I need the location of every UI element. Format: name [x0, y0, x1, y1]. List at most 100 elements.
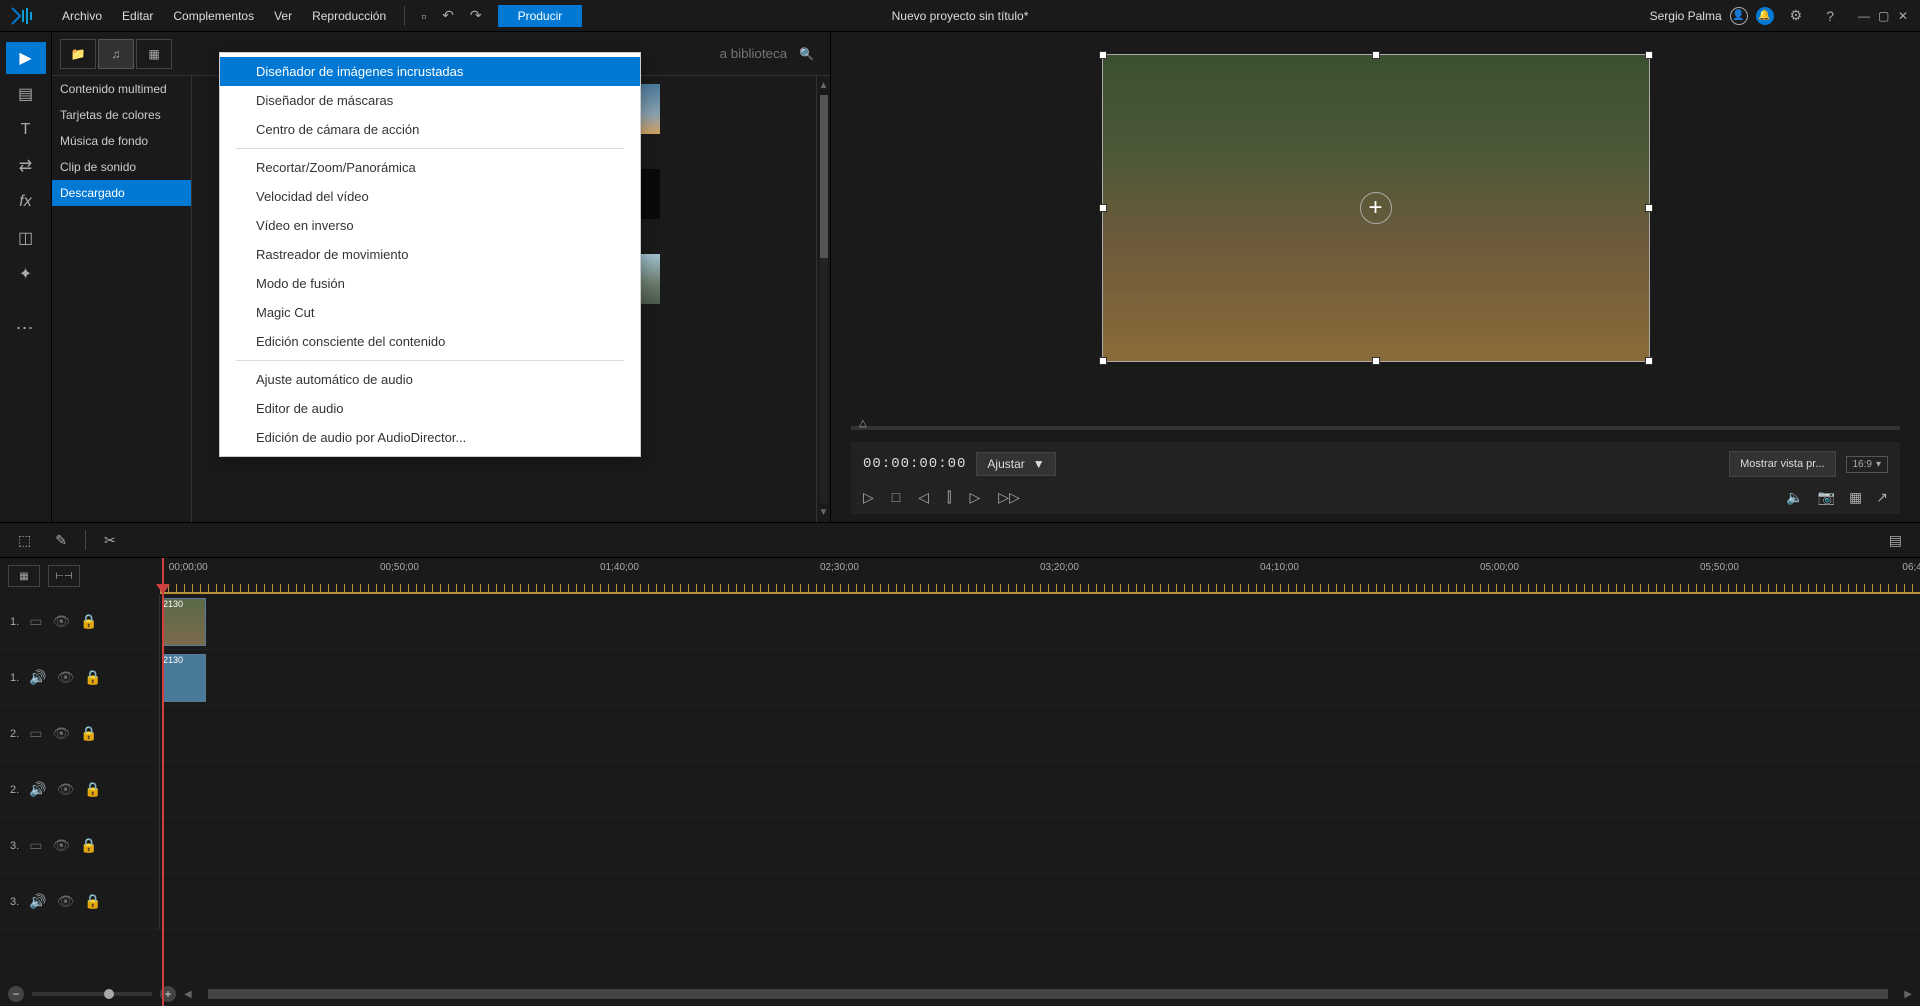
sidebar-particle-icon[interactable]: ✦ [6, 258, 46, 290]
ctx-pip-designer[interactable]: Diseñador de imágenes incrustadas [220, 57, 640, 86]
handle-tr[interactable] [1645, 51, 1653, 59]
ctx-action-camera[interactable]: Centro de cámara de acción [220, 115, 640, 144]
track-content[interactable] [160, 818, 1920, 873]
h-scrollbar[interactable] [208, 989, 1889, 999]
scroll-down-icon[interactable]: ▼ [819, 507, 829, 518]
sidebar-more-icon[interactable]: ⋯ [6, 312, 46, 344]
notification-icon[interactable]: 🔔 [1756, 7, 1774, 25]
lock-icon[interactable]: 🔒 [84, 893, 101, 910]
cat-musica[interactable]: Música de fondo [52, 128, 191, 154]
zoom-out-button[interactable]: − [8, 986, 24, 1002]
ctx-reverse-video[interactable]: Vídeo en inverso [220, 211, 640, 240]
tl-view-icon[interactable]: ▦ [8, 565, 40, 587]
marker-icon[interactable]: ⫿ [947, 489, 951, 506]
sidebar-transition-icon[interactable]: ⇄ [6, 150, 46, 182]
handle-ml[interactable] [1099, 204, 1107, 212]
menu-archivo[interactable]: Archivo [52, 9, 112, 23]
redo-icon[interactable]: ↷ [462, 7, 490, 24]
cat-descargado[interactable]: Descargado [52, 180, 191, 206]
visibility-icon[interactable]: 👁 [57, 669, 75, 686]
slider-track[interactable] [851, 426, 1900, 430]
cat-clip[interactable]: Clip de sonido [52, 154, 191, 180]
search-icon[interactable]: 🔍 [791, 47, 822, 61]
zoom-handle[interactable] [104, 989, 114, 999]
lock-icon[interactable]: 🔒 [80, 613, 97, 630]
slider-marker-icon[interactable]: △ [859, 418, 867, 429]
import-icon[interactable]: 📁 [60, 39, 96, 69]
tl-select-icon[interactable]: ⬚ [12, 532, 37, 549]
filter-image-icon[interactable]: ▦ [136, 39, 172, 69]
save-icon[interactable]: ▫ [413, 8, 434, 24]
filter-video-icon[interactable]: ♫ [98, 39, 134, 69]
handle-br[interactable] [1645, 357, 1653, 365]
scroll-left-icon[interactable]: ◀ [184, 989, 192, 1000]
play-icon[interactable]: ▷ [863, 489, 874, 506]
popout-icon[interactable]: ↗ [1876, 489, 1888, 506]
ctx-content-aware[interactable]: Edición consciente del contenido [220, 327, 640, 356]
track-content[interactable] [160, 874, 1920, 929]
settings-icon[interactable]: ⚙ [1782, 7, 1811, 24]
ctx-auto-audio[interactable]: Ajuste automático de audio [220, 365, 640, 394]
grid-icon[interactable]: ▦ [1849, 489, 1862, 506]
help-icon[interactable]: ? [1818, 8, 1842, 24]
track-content[interactable] [160, 706, 1920, 761]
ctx-mask-designer[interactable]: Diseñador de máscaras [220, 86, 640, 115]
snapshot-icon[interactable]: 📷 [1818, 489, 1835, 506]
video-clip[interactable]: 2130 [162, 598, 206, 646]
tl-eraser-icon[interactable]: ✎ [49, 532, 73, 549]
undo-icon[interactable]: ↶ [434, 7, 462, 24]
fast-forward-icon[interactable]: ▷▷ [998, 489, 1020, 506]
lock-icon[interactable]: 🔒 [84, 781, 101, 798]
visibility-icon[interactable]: 👁 [57, 781, 75, 798]
handle-bl[interactable] [1099, 357, 1107, 365]
cat-tarjetas[interactable]: Tarjetas de colores [52, 102, 191, 128]
tl-cut-icon[interactable]: ✂ [98, 532, 122, 549]
track-content[interactable]: 2130 [160, 650, 1920, 705]
close-icon[interactable]: ✕ [1898, 9, 1912, 23]
preview-slider[interactable]: △ [851, 418, 1900, 438]
handle-tl[interactable] [1099, 51, 1107, 59]
menu-ver[interactable]: Ver [264, 9, 302, 23]
lock-icon[interactable]: 🔒 [84, 669, 101, 686]
timeline-ruler[interactable]: 00;00;00 00;50;00 01;40;00 02;30;00 03;2… [160, 558, 1920, 594]
audio-clip[interactable]: 2130 [162, 654, 206, 702]
volume-icon[interactable]: 🔈 [1786, 489, 1803, 506]
zoom-in-button[interactable]: + [160, 986, 176, 1002]
cat-contenido[interactable]: Contenido multimed [52, 76, 191, 102]
scroll-thumb[interactable] [820, 95, 828, 258]
zoom-slider[interactable] [32, 992, 152, 996]
sidebar-layers-icon[interactable]: ▤ [6, 78, 46, 110]
visibility-icon[interactable]: 👁 [52, 725, 70, 742]
search-input[interactable] [711, 42, 791, 65]
scroll-up-icon[interactable]: ▲ [819, 80, 829, 91]
scroll-right-icon[interactable]: ▶ [1904, 989, 1912, 1000]
minimize-icon[interactable]: — [1858, 9, 1872, 23]
handle-bc[interactable] [1372, 357, 1380, 365]
aspect-ratio-selector[interactable]: 16:9 ▾ [1846, 456, 1889, 473]
ctx-motion-tracker[interactable]: Rastreador de movimiento [220, 240, 640, 269]
sidebar-fx-icon[interactable]: fx [6, 186, 46, 218]
scroll-track[interactable] [820, 95, 828, 503]
handle-tc[interactable] [1372, 51, 1380, 59]
handle-mr[interactable] [1645, 204, 1653, 212]
menu-reproduccion[interactable]: Reproducción [302, 9, 396, 23]
show-preview-button[interactable]: Mostrar vista pr... [1729, 451, 1835, 477]
ctx-audio-editor[interactable]: Editor de audio [220, 394, 640, 423]
lock-icon[interactable]: 🔒 [80, 837, 97, 854]
ctx-crop-zoom[interactable]: Recortar/Zoom/Panorámica [220, 153, 640, 182]
fit-dropdown[interactable]: Ajustar ▼ [976, 452, 1055, 476]
visibility-icon[interactable]: 👁 [52, 837, 70, 854]
track-content[interactable]: 2130 [160, 594, 1920, 649]
ctx-blend-mode[interactable]: Modo de fusión [220, 269, 640, 298]
track-content[interactable] [160, 762, 1920, 817]
next-frame-icon[interactable]: ▷ [970, 489, 981, 506]
ctx-audiodirector[interactable]: Edición de audio por AudioDirector... [220, 423, 640, 452]
menu-editar[interactable]: Editar [112, 9, 163, 23]
scrollbar[interactable]: ▲ ▼ [816, 76, 830, 522]
visibility-icon[interactable]: 👁 [57, 893, 75, 910]
h-scroll-thumb[interactable] [208, 989, 1889, 999]
visibility-icon[interactable]: 👁 [52, 613, 70, 630]
lock-icon[interactable]: 🔒 [80, 725, 97, 742]
user-avatar-icon[interactable]: 👤 [1730, 7, 1748, 25]
menu-complementos[interactable]: Complementos [163, 9, 264, 23]
